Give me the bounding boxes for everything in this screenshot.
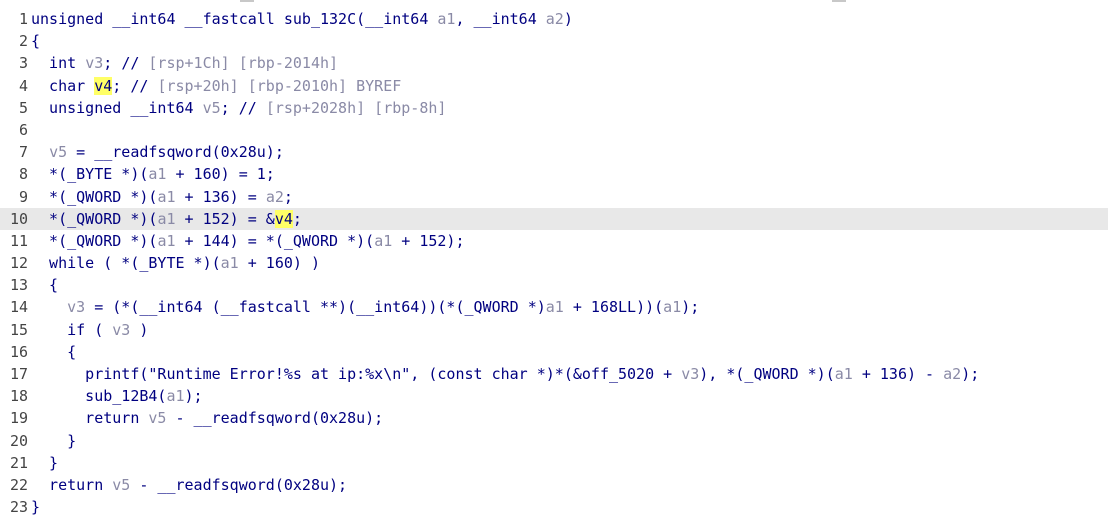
variable-token[interactable]: a1 bbox=[546, 298, 564, 316]
code-line[interactable]: 6 bbox=[0, 119, 1108, 141]
variable-token[interactable]: v5 bbox=[148, 409, 166, 427]
code-line[interactable]: 13 { bbox=[0, 274, 1108, 296]
line-number: 9 bbox=[18, 187, 28, 206]
code-text[interactable]: { bbox=[31, 276, 58, 294]
code-line[interactable]: 2{ bbox=[0, 30, 1108, 52]
code-line-current[interactable]: 10 *(_QWORD *)(a1 + 152) = &v4; bbox=[0, 207, 1108, 230]
variable-token[interactable]: a2 bbox=[943, 365, 961, 383]
tab-strip bbox=[0, 0, 1108, 6]
code-line[interactable]: 5 unsigned __int64 v5; // [rsp+2028h] [r… bbox=[0, 97, 1108, 119]
code-text[interactable]: return v5 - __readfsqword(0x28u); bbox=[31, 409, 383, 427]
line-number: 21 bbox=[9, 453, 28, 472]
code-text[interactable]: } bbox=[31, 432, 76, 450]
variable-token[interactable]: v5 bbox=[49, 143, 67, 161]
highlighted-token[interactable]: v4 bbox=[274, 209, 293, 228]
line-number: 22 bbox=[9, 475, 28, 494]
code-line[interactable]: 23} bbox=[0, 496, 1108, 518]
code-text[interactable]: unsigned __int64 v5; // [rsp+2028h] [rbp… bbox=[31, 99, 446, 117]
variable-token[interactable]: a1 bbox=[148, 165, 166, 183]
variable-token[interactable]: a1 bbox=[663, 298, 681, 316]
variable-token[interactable]: a1 bbox=[374, 232, 392, 250]
variable-token[interactable]: a1 bbox=[835, 365, 853, 383]
variable-token[interactable]: a1 bbox=[157, 210, 175, 228]
comment-text: [rsp+20h] [rbp-2010h] bbox=[157, 76, 348, 95]
code-text[interactable]: return v5 - __readfsqword(0x28u); bbox=[31, 476, 347, 494]
code-line[interactable]: 18 sub_12B4(a1); bbox=[0, 385, 1108, 407]
line-number: 19 bbox=[9, 409, 28, 428]
line-number: 17 bbox=[9, 365, 28, 383]
code-line[interactable]: 1 unsigned __int64 __fastcall sub_132C(__… bbox=[0, 8, 1108, 30]
code-text[interactable]: *(_QWORD *)(a1 + 144) = *(_QWORD *)(a1 +… bbox=[31, 232, 464, 250]
code-line[interactable]: 8 *(_BYTE *)(a1 + 160) = 1; bbox=[0, 163, 1108, 185]
line-number: 10 bbox=[9, 209, 28, 228]
code-text[interactable]: } bbox=[31, 454, 58, 472]
code-text[interactable]: sub_12B4(a1); bbox=[31, 387, 202, 405]
line-number: 8 bbox=[18, 165, 28, 184]
code-text[interactable]: printf("Runtime Error!%s at ip:%x\n", (c… bbox=[31, 365, 979, 383]
tab-marker[interactable] bbox=[832, 0, 846, 2]
variable-token[interactable]: a1 bbox=[166, 387, 184, 405]
code-line[interactable]: 20 } bbox=[0, 430, 1108, 452]
line-number: 5 bbox=[18, 98, 28, 117]
variable-token[interactable]: a1 bbox=[157, 232, 175, 250]
pseudocode-editor[interactable]: 1 unsigned __int64 __fastcall sub_132C(__… bbox=[0, 8, 1108, 525]
variable-token[interactable]: v3 bbox=[112, 321, 130, 339]
line-number: 13 bbox=[9, 276, 28, 295]
variable-token[interactable]: v5 bbox=[203, 99, 221, 117]
code-text[interactable]: { bbox=[31, 32, 40, 50]
code-line[interactable]: 19 return v5 - __readfsqword(0x28u); bbox=[0, 407, 1108, 429]
variable-token[interactable]: a1 bbox=[221, 254, 239, 272]
code-text[interactable]: *(_BYTE *)(a1 + 160) = 1; bbox=[31, 165, 275, 183]
line-number: 15 bbox=[9, 320, 28, 339]
line-number: 7 bbox=[18, 143, 28, 162]
line-number: 1 bbox=[18, 10, 28, 28]
line-number: 23 bbox=[9, 498, 28, 517]
code-line[interactable]: 22 return v5 - __readfsqword(0x28u); bbox=[0, 474, 1108, 496]
line-number: 20 bbox=[9, 431, 28, 450]
tab-marker[interactable] bbox=[240, 0, 254, 2]
line-number: 2 bbox=[18, 32, 28, 51]
code-text[interactable]: char v4; // [rsp+20h] [rbp-2010h] BYREF bbox=[31, 76, 401, 95]
variable-token[interactable]: v3 bbox=[67, 298, 85, 316]
code-text[interactable]: v3 = (*(__int64 (__fastcall **)(__int64)… bbox=[31, 298, 699, 316]
variable-token[interactable]: v5 bbox=[112, 476, 130, 494]
code-text[interactable]: *(_QWORD *)(a1 + 152) = &v4; bbox=[31, 209, 302, 228]
code-line[interactable]: 9 *(_QWORD *)(a1 + 136) = a2; bbox=[0, 186, 1108, 208]
line-number: 16 bbox=[9, 342, 28, 361]
line-number: 6 bbox=[18, 120, 28, 139]
code-text[interactable]: } bbox=[31, 498, 40, 516]
variable-token[interactable]: v3 bbox=[85, 54, 103, 72]
code-text[interactable]: *(_QWORD *)(a1 + 136) = a2; bbox=[31, 188, 293, 206]
code-text[interactable]: { bbox=[31, 343, 76, 361]
code-line[interactable]: 15 if ( v3 ) bbox=[0, 319, 1108, 341]
highlighted-token[interactable]: v4 bbox=[94, 76, 113, 95]
line-number: 18 bbox=[9, 387, 28, 406]
variable-token[interactable]: a1 bbox=[437, 10, 455, 28]
code-text[interactable]: unsigned __int64 __fastcall sub_132C(__i… bbox=[31, 10, 573, 28]
code-line[interactable]: 12 while ( *(_BYTE *)(a1 + 160) ) bbox=[0, 252, 1108, 274]
code-line[interactable]: 21 } bbox=[0, 452, 1108, 474]
code-line[interactable]: 11 *(_QWORD *)(a1 + 144) = *(_QWORD *)(a… bbox=[0, 230, 1108, 252]
line-number: 12 bbox=[9, 254, 28, 273]
code-text[interactable]: while ( *(_BYTE *)(a1 + 160) ) bbox=[31, 254, 320, 272]
code-line[interactable]: 14 v3 = (*(__int64 (__fastcall **)(__int… bbox=[0, 296, 1108, 318]
code-line[interactable]: 17 printf("Runtime Error!%s at ip:%x\n",… bbox=[0, 363, 1108, 385]
code-line[interactable]: 7 v5 = __readfsqword(0x28u); bbox=[0, 141, 1108, 163]
line-number: 14 bbox=[9, 298, 28, 317]
code-line[interactable]: 3 int v3; // [rsp+1Ch] [rbp-2014h] bbox=[0, 52, 1108, 74]
variable-token[interactable]: a2 bbox=[266, 188, 284, 206]
comment-text: [rsp+1Ch] [rbp-2014h] bbox=[148, 54, 339, 73]
code-line[interactable]: 16 { bbox=[0, 341, 1108, 363]
line-number: 11 bbox=[9, 231, 28, 250]
variable-token[interactable]: a2 bbox=[546, 10, 564, 28]
variable-token[interactable]: v3 bbox=[681, 365, 699, 383]
line-number: 4 bbox=[18, 76, 28, 95]
line-number: 3 bbox=[18, 54, 28, 73]
code-text[interactable]: int v3; // [rsp+1Ch] [rbp-2014h] bbox=[31, 54, 338, 72]
comment-text: [rsp+2028h] [rbp-8h] bbox=[265, 98, 447, 117]
code-text[interactable]: if ( v3 ) bbox=[31, 321, 148, 339]
variable-token[interactable]: a1 bbox=[157, 188, 175, 206]
code-text[interactable]: v5 = __readfsqword(0x28u); bbox=[31, 143, 284, 161]
code-line[interactable]: 4 char v4; // [rsp+20h] [rbp-2010h] BYRE… bbox=[0, 75, 1108, 97]
